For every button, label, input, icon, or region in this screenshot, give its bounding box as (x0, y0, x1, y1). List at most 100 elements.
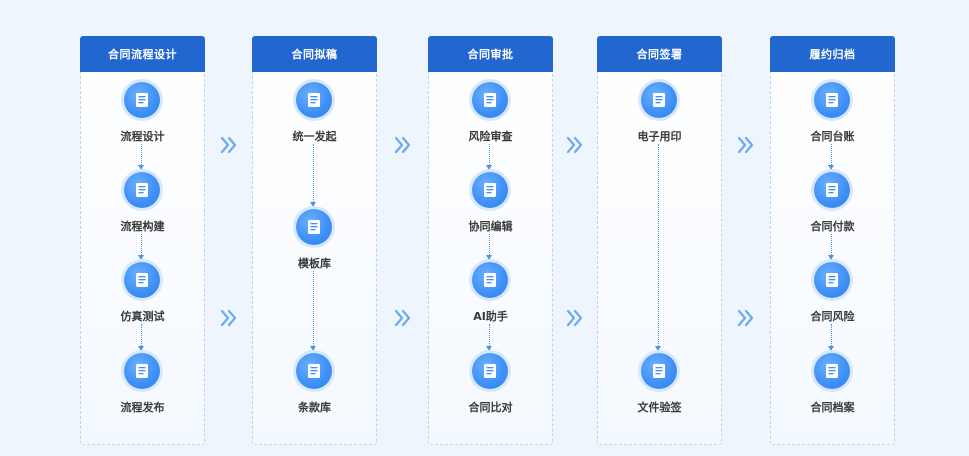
node-icon-circle (472, 262, 508, 298)
process-node: 流程发布 (80, 353, 205, 414)
node-label: 模板库 (298, 257, 331, 270)
document-icon (308, 220, 320, 234)
double-chevron-right-icon (394, 135, 412, 155)
process-node: 合同台账 (770, 82, 895, 143)
node-icon-circle (124, 172, 160, 208)
flow-connector (486, 144, 492, 170)
process-node: 协同编辑 (428, 172, 553, 233)
node-icon-circle (472, 353, 508, 389)
node-icon-circle (124, 82, 160, 118)
process-node: 合同付款 (770, 172, 895, 233)
arrowhead-icon (138, 165, 144, 170)
process-node: 文件验签 (597, 353, 722, 414)
double-chevron-right-icon (394, 308, 412, 328)
document-icon (484, 93, 496, 107)
flow-connector (828, 144, 834, 170)
process-node: 合同档案 (770, 353, 895, 414)
process-node: AI助手 (428, 262, 553, 323)
double-chevron-right-icon (220, 308, 238, 328)
node-icon-circle (296, 209, 332, 245)
node-icon-circle (814, 353, 850, 389)
arrowhead-icon (828, 346, 834, 351)
double-chevron-right-icon (220, 135, 238, 155)
document-icon (484, 364, 496, 378)
arrowhead-icon (655, 346, 661, 351)
stage-column: 履约归档合同台账合同付款合同风险合同档案 (770, 36, 895, 445)
node-icon-circle (472, 82, 508, 118)
double-chevron-right-icon (737, 308, 755, 328)
node-label: 统一发起 (292, 130, 337, 143)
node-label: 合同台账 (810, 130, 855, 143)
process-node: 条款库 (252, 353, 377, 414)
node-label: 风险审查 (468, 130, 513, 143)
process-node: 仿真测试 (80, 262, 205, 323)
stage-header: 合同签署 (597, 36, 722, 72)
node-icon-circle (296, 353, 332, 389)
process-node: 流程设计 (80, 82, 205, 143)
node-label: 合同付款 (810, 220, 855, 233)
node-label: 协同编辑 (468, 220, 513, 233)
stage-column: 合同拟稿统一发起模板库条款库 (252, 36, 377, 445)
node-label: AI助手 (473, 310, 508, 323)
document-icon (308, 93, 320, 107)
stage-header: 履约归档 (770, 36, 895, 72)
arrowhead-icon (310, 346, 316, 351)
node-icon-circle (641, 82, 677, 118)
node-label: 流程构建 (120, 220, 165, 233)
node-label: 合同比对 (468, 401, 513, 414)
document-icon (136, 273, 148, 287)
node-label: 流程发布 (120, 401, 165, 414)
stage-column: 合同签署电子用印文件验签 (597, 36, 722, 445)
process-node: 风险审查 (428, 82, 553, 143)
document-icon (136, 364, 148, 378)
node-label: 合同风险 (810, 310, 855, 323)
node-icon-circle (814, 82, 850, 118)
process-node: 统一发起 (252, 82, 377, 143)
stage-column: 合同审批 风险审查 协同编辑 AI助手 合同比对 (428, 36, 553, 445)
node-label: 流程设计 (120, 130, 165, 143)
node-label: 合同档案 (810, 401, 855, 414)
node-label: 电子用印 (637, 130, 682, 143)
node-icon-circle (641, 353, 677, 389)
node-label: 仿真测试 (120, 310, 165, 323)
node-icon-circle (814, 262, 850, 298)
flow-connector (138, 234, 144, 260)
arrowhead-icon (828, 255, 834, 260)
flow-connector (486, 234, 492, 260)
document-icon (826, 93, 838, 107)
node-icon-circle (296, 82, 332, 118)
document-icon (308, 364, 320, 378)
arrowhead-icon (310, 202, 316, 207)
double-chevron-right-icon (566, 308, 584, 328)
node-icon-circle (124, 353, 160, 389)
process-node: 合同风险 (770, 262, 895, 323)
arrowhead-icon (486, 165, 492, 170)
arrowhead-icon (828, 165, 834, 170)
document-icon (484, 183, 496, 197)
arrowhead-icon (486, 346, 492, 351)
document-icon (826, 183, 838, 197)
flow-connector (138, 324, 144, 351)
flow-connector (310, 144, 316, 207)
document-icon (484, 273, 496, 287)
document-icon (826, 273, 838, 287)
process-node: 模板库 (252, 209, 377, 270)
document-icon (653, 93, 665, 107)
stage-header: 合同拟稿 (252, 36, 377, 72)
flow-connector (828, 324, 834, 351)
flow-connector (486, 324, 492, 351)
node-label: 条款库 (298, 401, 331, 414)
stage-column: 合同流程设计 流程设计 流程构建 仿真测试 流程发布 (80, 36, 205, 445)
document-icon (826, 364, 838, 378)
node-icon-circle (124, 262, 160, 298)
process-node: 流程构建 (80, 172, 205, 233)
node-icon-circle (472, 172, 508, 208)
document-icon (136, 93, 148, 107)
contract-lifecycle-diagram: 合同流程设计 流程设计 流程构建 仿真测试 流程发布 合同拟稿 统一发起 模板库 条款库 合同审批… (0, 0, 969, 456)
arrowhead-icon (138, 255, 144, 260)
arrowhead-icon (138, 346, 144, 351)
double-chevron-right-icon (737, 135, 755, 155)
flow-connector (138, 144, 144, 170)
document-icon (653, 364, 665, 378)
flow-connector (310, 271, 316, 351)
